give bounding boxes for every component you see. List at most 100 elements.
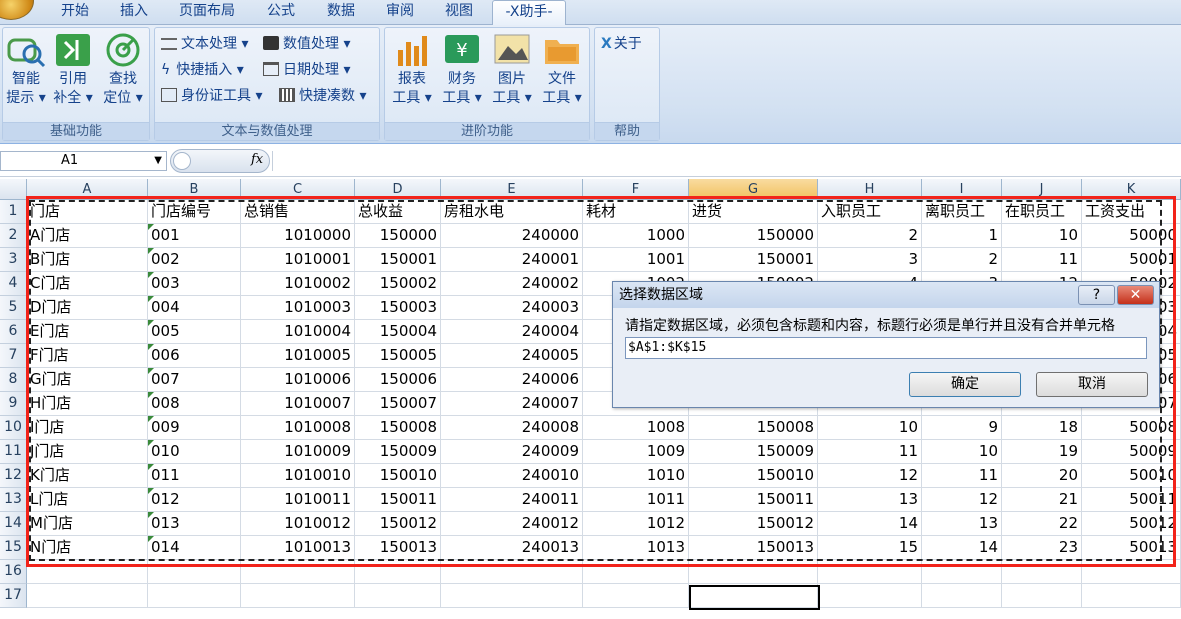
find-locate-label1: 查找 bbox=[109, 71, 137, 87]
group-basic-label: 基础功能 bbox=[3, 122, 149, 140]
row-header[interactable]: 11 bbox=[0, 440, 27, 464]
quick-insert-button[interactable]: ϟ 快捷插入 ▾ bbox=[161, 59, 244, 81]
date-process-button[interactable]: 日期处理 ▾ bbox=[263, 59, 350, 81]
row-header[interactable]: 15 bbox=[0, 536, 27, 560]
table-cell[interactable] bbox=[441, 584, 583, 608]
row-header[interactable]: 8 bbox=[0, 368, 27, 392]
row-header[interactable]: 12 bbox=[0, 464, 27, 488]
tab-home[interactable]: 开始 bbox=[45, 0, 105, 25]
row-header[interactable]: 16 bbox=[0, 560, 27, 584]
tab-data[interactable]: 数据 bbox=[311, 0, 371, 25]
row-header[interactable]: 5 bbox=[0, 296, 27, 320]
number-process-label: 数值处理 bbox=[283, 36, 339, 52]
table-cell[interactable] bbox=[818, 584, 922, 608]
lightning-icon: ϟ bbox=[161, 62, 171, 78]
ref-complete-label2: 补全 ▾ bbox=[53, 90, 93, 106]
file-tool-label1: 文件 bbox=[548, 71, 576, 87]
close-icon[interactable]: ✕ bbox=[1117, 285, 1154, 305]
ref-complete-button[interactable]: 引用 补全 ▾ bbox=[51, 32, 95, 108]
range-input[interactable]: $A$1:$K$15 bbox=[625, 337, 1147, 359]
fx-icon[interactable]: fx bbox=[251, 152, 263, 167]
expand-icon[interactable] bbox=[173, 152, 191, 170]
image-icon bbox=[492, 32, 532, 68]
cancel-button[interactable]: 取消 bbox=[1036, 372, 1148, 397]
chevron-down-icon[interactable]: ▼ bbox=[154, 152, 162, 170]
find-locate-button[interactable]: 查找 定位 ▾ bbox=[99, 32, 147, 108]
row-header[interactable]: 3 bbox=[0, 248, 27, 272]
row-header[interactable]: 13 bbox=[0, 488, 27, 512]
finance-tool-button[interactable]: ¥ 财务 工具 ▾ bbox=[439, 32, 485, 108]
table-cell[interactable] bbox=[583, 584, 689, 608]
file-tool-label2: 工具 ▾ bbox=[542, 90, 582, 106]
group-text-number: 文本处理 ▾ ϟ 快捷插入 ▾ 身份证工具 ▾ 数值处理 ▾ 日期处理 ▾ 快捷凑… bbox=[154, 27, 380, 141]
finance-icon: ¥ bbox=[442, 32, 482, 68]
image-tool-button[interactable]: 图片 工具 ▾ bbox=[489, 32, 535, 108]
select-all-corner[interactable] bbox=[0, 179, 27, 200]
find-locate-label2: 定位 ▾ bbox=[103, 90, 143, 106]
text-process-button[interactable]: 文本处理 ▾ bbox=[161, 33, 248, 55]
smart-hint-label1: 智能 bbox=[12, 71, 40, 87]
table-cell[interactable] bbox=[148, 584, 241, 608]
id-tool-button[interactable]: 身份证工具 ▾ bbox=[161, 85, 262, 107]
quick-sum-label: 快捷凑数 bbox=[299, 88, 355, 104]
bar-chart-icon bbox=[392, 32, 432, 68]
table-cell[interactable] bbox=[241, 584, 355, 608]
group-basic: 智能 提示 ▾ 引用 补全 ▾ 查找 定位 ▾ 基础功能 bbox=[2, 27, 150, 141]
row-header[interactable]: 14 bbox=[0, 512, 27, 536]
smart-hint-button[interactable]: 智能 提示 ▾ bbox=[5, 32, 47, 108]
row-header[interactable]: 7 bbox=[0, 344, 27, 368]
calculator-icon bbox=[279, 88, 295, 102]
tab-formulas[interactable]: 公式 bbox=[251, 0, 311, 25]
ribbon-tab-bar: 开始 插入 页面布局 公式 数据 审阅 视图 -X助手- bbox=[0, 0, 1181, 25]
tab-page-layout[interactable]: 页面布局 bbox=[163, 0, 251, 25]
file-tool-button[interactable]: 文件 工具 ▾ bbox=[539, 32, 585, 108]
table-cell[interactable] bbox=[355, 584, 441, 608]
office-button[interactable] bbox=[0, 0, 34, 20]
number-icon bbox=[263, 36, 279, 50]
svg-text:¥: ¥ bbox=[456, 40, 467, 61]
tab-insert[interactable]: 插入 bbox=[105, 0, 163, 25]
group-help-label: 帮助 bbox=[595, 122, 659, 140]
number-process-button[interactable]: 数值处理 ▾ bbox=[263, 33, 350, 55]
row-header[interactable]: 2 bbox=[0, 224, 27, 248]
row-header[interactable]: 10 bbox=[0, 416, 27, 440]
id-tool-label: 身份证工具 bbox=[181, 88, 251, 104]
tab-review[interactable]: 审阅 bbox=[371, 0, 429, 25]
about-button[interactable]: X 关于 bbox=[601, 33, 642, 55]
help-icon[interactable]: ? bbox=[1078, 285, 1115, 305]
active-cell[interactable] bbox=[689, 585, 820, 610]
row-header[interactable]: 17 bbox=[0, 584, 27, 608]
formula-bar: A1 ▼ fx bbox=[0, 145, 1181, 177]
quick-sum-button[interactable]: 快捷凑数 ▾ bbox=[279, 85, 366, 107]
tab-x-helper[interactable]: -X助手- bbox=[492, 0, 566, 25]
tab-view[interactable]: 视图 bbox=[429, 0, 489, 25]
row-header[interactable]: 9 bbox=[0, 392, 27, 416]
group-help: X 关于 帮助 bbox=[594, 27, 660, 141]
finance-tool-label1: 财务 bbox=[448, 71, 476, 87]
row-header[interactable]: 6 bbox=[0, 320, 27, 344]
image-tool-label2: 工具 ▾ bbox=[492, 90, 532, 106]
table-cell[interactable] bbox=[27, 584, 148, 608]
text-lines-icon bbox=[161, 38, 177, 50]
select-range-dialog: 选择数据区域 ? ✕ 请指定数据区域，必须包含标题和内容，标题行必须是单行并且没… bbox=[612, 281, 1160, 408]
id-card-icon bbox=[161, 88, 177, 102]
table-cell[interactable] bbox=[1002, 584, 1082, 608]
name-box[interactable]: A1 ▼ bbox=[0, 151, 167, 171]
report-tool-button[interactable]: 报表 工具 ▾ bbox=[389, 32, 435, 108]
date-process-label: 日期处理 bbox=[283, 62, 339, 78]
formula-input[interactable] bbox=[272, 151, 1181, 171]
formula-buttons: fx bbox=[170, 149, 270, 173]
smart-hint-icon bbox=[6, 32, 46, 68]
ok-button[interactable]: 确定 bbox=[909, 372, 1021, 397]
table-cell[interactable] bbox=[922, 584, 1002, 608]
row-header[interactable]: 4 bbox=[0, 272, 27, 296]
row-header[interactable]: 1 bbox=[0, 200, 27, 224]
quick-insert-label: 快捷插入 bbox=[176, 62, 233, 78]
smart-hint-label2: 提示 ▾ bbox=[6, 90, 46, 106]
table-cell[interactable] bbox=[1082, 584, 1181, 608]
dialog-title: 选择数据区域 bbox=[619, 287, 703, 303]
group-text-label: 文本与数值处理 bbox=[155, 122, 379, 140]
report-tool-label1: 报表 bbox=[398, 71, 426, 87]
ref-complete-icon bbox=[53, 32, 93, 68]
finance-tool-label2: 工具 ▾ bbox=[442, 90, 482, 106]
